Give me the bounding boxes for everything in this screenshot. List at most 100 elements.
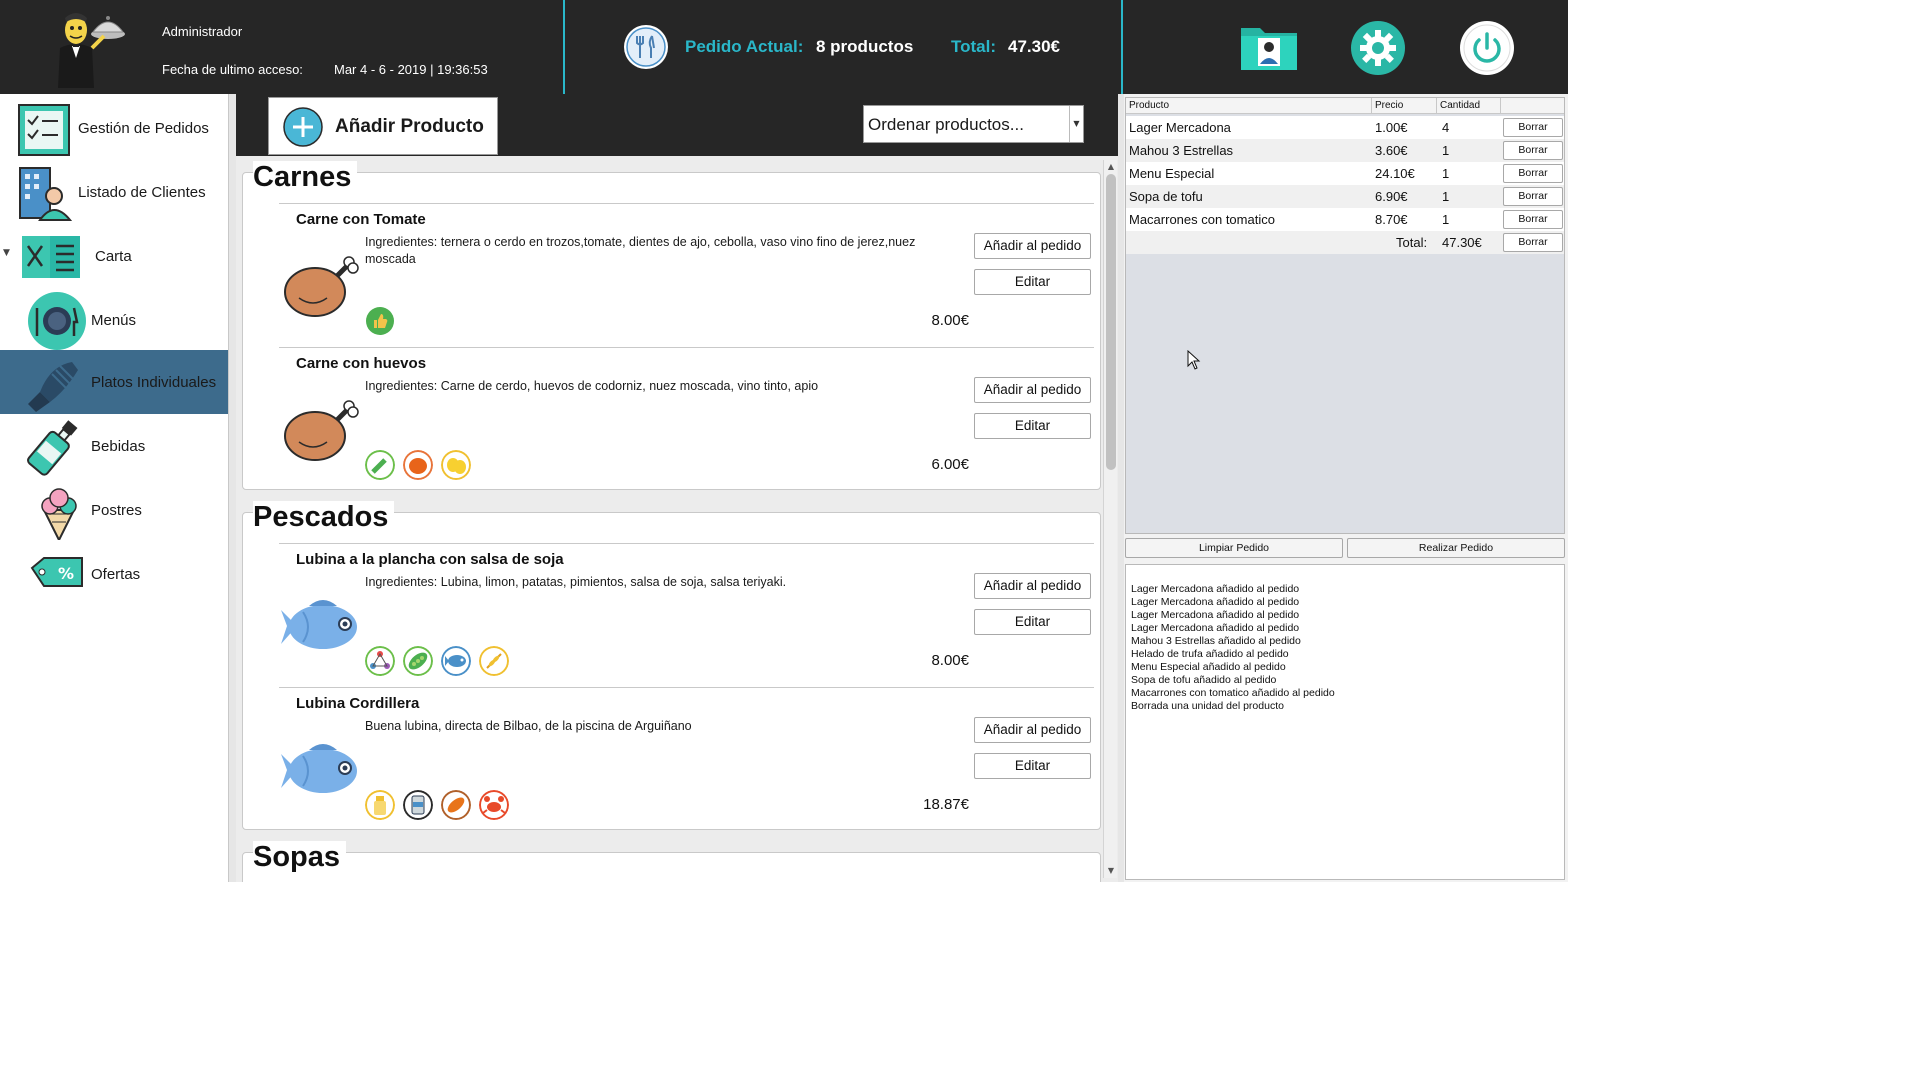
edit-product-button[interactable]: Editar xyxy=(974,269,1091,295)
add-to-order-button[interactable]: Añadir al pedido xyxy=(974,233,1091,259)
sidebar-item-label: Postres xyxy=(91,502,142,519)
edit-product-button[interactable]: Editar xyxy=(974,609,1091,635)
table-row[interactable]: Macarrones con tomatico 8.70€ 1 Borrar xyxy=(1126,208,1564,231)
mouse-cursor-icon xyxy=(1187,350,1201,370)
add-to-order-button[interactable]: Añadir al pedido xyxy=(974,717,1091,743)
soy-icon xyxy=(403,646,434,676)
clear-order-button[interactable]: Limpiar Pedido xyxy=(1125,538,1343,558)
add-to-order-button[interactable]: Añadir al pedido xyxy=(974,573,1091,599)
celery-icon xyxy=(365,450,395,480)
crab-icon xyxy=(479,790,510,820)
delete-row-button[interactable]: Borrar xyxy=(1503,210,1563,229)
product-card: Lubina Cordillera Buena lubina, directa … xyxy=(279,687,1094,831)
product-name: Carne con huevos xyxy=(296,355,427,372)
milk-bottle-icon xyxy=(365,790,395,820)
log-line: Lager Mercadona añadido al pedido xyxy=(1131,583,1300,595)
row-price: 6.90€ xyxy=(1375,189,1408,204)
allergen-tags xyxy=(365,646,512,678)
product-price: 8.00€ xyxy=(931,652,969,669)
sidebar-item-carta[interactable]: Carta xyxy=(0,224,228,288)
sidebar-item-listado-clientes[interactable]: Listado de Clientes xyxy=(0,160,228,224)
profile-folder-icon[interactable] xyxy=(1240,20,1298,76)
row-price: 1.00€ xyxy=(1375,120,1408,135)
category-section: Carnes Carne con Tomate Ingredientes: te… xyxy=(242,161,1101,490)
row-product: Sopa de tofu xyxy=(1129,189,1203,204)
scroll-down-icon[interactable]: ▼ xyxy=(1104,864,1118,878)
edit-product-button[interactable]: Editar xyxy=(974,413,1091,439)
table-header: Producto Precio Cantidad xyxy=(1126,98,1564,114)
column-header-product[interactable]: Producto xyxy=(1126,98,1372,114)
sidebar-item-label: Bebidas xyxy=(91,438,146,455)
row-product: Mahou 3 Estrellas xyxy=(1129,143,1234,158)
scrollbar-thumb[interactable] xyxy=(1106,174,1116,470)
row-price: 3.60€ xyxy=(1375,143,1408,158)
category-title: Pescados xyxy=(253,501,395,534)
allergen-tags xyxy=(365,790,512,822)
product-description: Buena lubina, directa de Bilbao, de la p… xyxy=(365,719,692,733)
header-total-value: 47.30€ xyxy=(1008,37,1060,56)
category-section: Sopas xyxy=(242,841,1101,882)
ice-cream-icon xyxy=(41,488,77,540)
clients-building-icon xyxy=(19,167,72,221)
user-info-panel: Administrador Fecha de ultimo acceso: Ma… xyxy=(0,0,563,94)
product-panel: Añadir Producto Ordenar productos... ▼ C… xyxy=(236,94,1118,882)
sidebar-item-postres[interactable]: Postres xyxy=(0,478,228,542)
category-section: Pescados Lubina a la plancha con salsa d… xyxy=(242,501,1101,831)
settings-gear-icon[interactable] xyxy=(1349,20,1407,76)
log-line: Lager Mercadona añadido al pedido xyxy=(1131,622,1300,634)
product-description: Ingredientes: Carne de cerdo, huevos de … xyxy=(365,379,819,393)
sort-products-select[interactable]: Ordenar productos... ▼ xyxy=(863,105,1084,143)
table-row[interactable]: Lager Mercadona 1.00€ 4 Borrar xyxy=(1126,116,1564,139)
order-table[interactable]: Producto Precio Cantidad Lager Mercadona… xyxy=(1125,97,1565,534)
sidebar-item-gestion-pedidos[interactable]: Gestión de Pedidos xyxy=(0,96,228,160)
submit-order-button[interactable]: Realizar Pedido xyxy=(1347,538,1565,558)
header-bar: Administrador Fecha de ultimo acceso: Ma… xyxy=(0,0,1568,94)
product-description: Ingredientes: Lubina, limon, patatas, pi… xyxy=(365,575,787,589)
chicken-leg-icon xyxy=(284,256,359,317)
discount-tag-icon: % xyxy=(30,557,83,587)
cutlery-circle-icon xyxy=(624,25,668,69)
sidebar-item-label: Menús xyxy=(91,312,137,329)
add-to-order-button[interactable]: Añadir al pedido xyxy=(974,377,1091,403)
log-line: Macarrones con tomatico añadido al pedid… xyxy=(1131,687,1335,699)
molecule-icon xyxy=(365,646,395,676)
allergen-tags xyxy=(365,306,398,338)
table-row[interactable]: Menu Especial 24.10€ 1 Borrar xyxy=(1126,162,1564,185)
chevron-down-icon[interactable]: ▼ xyxy=(1069,106,1083,142)
sidebar-item-bebidas[interactable]: Bebidas xyxy=(0,414,228,478)
sidebar-item-platos-individuales[interactable]: Platos Individuales xyxy=(0,350,228,414)
table-row[interactable]: Mahou 3 Estrellas 3.60€ 1 Borrar xyxy=(1126,139,1564,162)
column-header-price[interactable]: Precio xyxy=(1372,98,1437,114)
menu-card-icon xyxy=(22,236,80,278)
row-quantity: 1 xyxy=(1442,166,1450,181)
row-quantity: 1 xyxy=(1442,212,1450,227)
column-header-quantity[interactable]: Cantidad xyxy=(1437,98,1501,114)
delete-row-button[interactable]: Borrar xyxy=(1503,164,1563,183)
add-product-button[interactable]: Añadir Producto xyxy=(268,97,498,155)
egg-icon xyxy=(441,450,472,480)
delete-row-button[interactable]: Borrar xyxy=(1503,187,1563,206)
power-icon[interactable] xyxy=(1458,20,1516,76)
table-row[interactable]: Sopa de tofu 6.90€ 1 Borrar xyxy=(1126,185,1564,208)
last-access-label: Fecha de ultimo acceso: xyxy=(162,62,303,77)
sidebar-item-ofertas[interactable]: % Ofertas xyxy=(0,542,228,606)
delete-all-button[interactable]: Borrar xyxy=(1503,233,1563,252)
sidebar-item-label: Ofertas xyxy=(91,566,141,583)
sidebar-item-menus[interactable]: Menús xyxy=(0,288,228,352)
checklist-icon xyxy=(18,104,70,156)
svg-text:%: % xyxy=(58,564,74,583)
edit-product-button[interactable]: Editar xyxy=(974,753,1091,779)
delete-row-button[interactable]: Borrar xyxy=(1503,118,1563,137)
products-scroll-pane[interactable]: Carnes Carne con Tomate Ingredientes: te… xyxy=(236,156,1118,882)
thumbs-up-icon xyxy=(366,307,394,335)
fish-icon xyxy=(281,600,357,649)
log-line: Lager Mercadona añadido al pedido xyxy=(1131,609,1300,621)
wheat-icon xyxy=(479,646,510,676)
delete-row-button[interactable]: Borrar xyxy=(1503,141,1563,160)
row-quantity: 1 xyxy=(1442,189,1450,204)
product-card: Lubina a la plancha con salsa de soja In… xyxy=(279,543,1094,687)
scroll-up-icon[interactable]: ▲ xyxy=(1104,160,1118,174)
products-scrollbar[interactable]: ▲ ▼ xyxy=(1103,160,1117,878)
sidebar-item-label: Carta xyxy=(95,248,132,265)
left-splitter[interactable] xyxy=(229,94,236,882)
